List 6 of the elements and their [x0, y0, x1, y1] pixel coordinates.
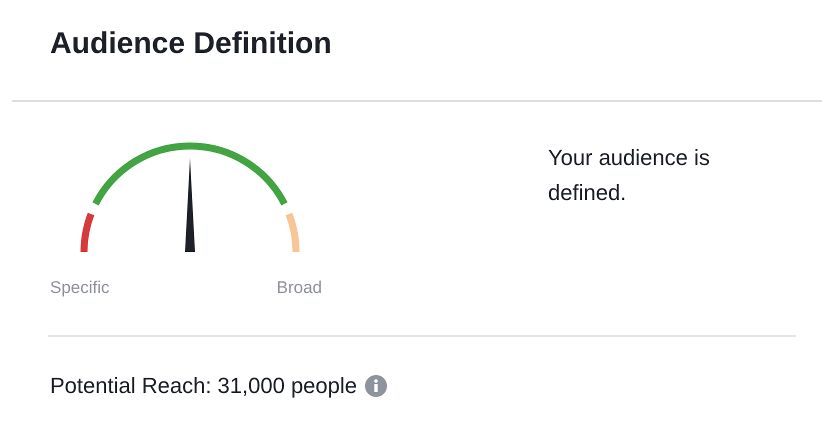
panel-title: Audience Definition — [50, 26, 333, 62]
potential-reach: Potential Reach: 31,000 people — [50, 372, 358, 400]
max-label: Broad — [276, 277, 322, 299]
info-icon[interactable] — [365, 374, 388, 396]
status-text: Your audience is defined. — [548, 144, 711, 207]
min-label: Specific — [50, 277, 110, 299]
